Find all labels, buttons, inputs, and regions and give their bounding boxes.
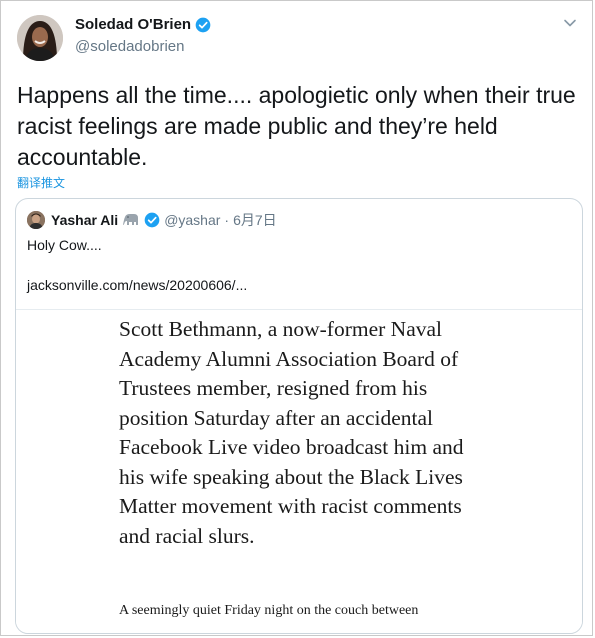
quoted-author-handle[interactable]: @yashar [164, 211, 220, 229]
chevron-down-icon[interactable] [562, 15, 578, 31]
verified-badge-icon [144, 212, 160, 228]
translate-tweet-link[interactable]: 翻译推文 [17, 174, 65, 191]
article-next-line: A seemingly quiet Friday night on the co… [119, 603, 419, 618]
author-name-row[interactable]: Soledad O'Brien [75, 16, 211, 33]
author-avatar[interactable] [17, 15, 63, 61]
tweet-text: Happens all the time.... apologietic onl… [17, 82, 576, 170]
quoted-tweet-link[interactable]: jacksonville.com/news/20200606/... [27, 277, 247, 293]
quoted-tweet-header: Yashar Ali @yashar · 6月7日 [51, 211, 277, 229]
quoted-author-avatar[interactable] [27, 211, 45, 229]
quoted-tweet-date[interactable]: 6月7日 [233, 211, 277, 229]
quoted-tweet-card[interactable]: Yashar Ali @yashar · 6月7日 Holy Cow.... j… [15, 198, 583, 634]
quoted-author-name[interactable]: Yashar Ali [51, 211, 118, 229]
author-handle[interactable]: @soledadobrien [75, 38, 184, 55]
quoted-tweet-text: Holy Cow.... [27, 237, 102, 253]
article-screenshot-image[interactable]: Scott Bethmann, a now-former Naval Acade… [16, 309, 582, 633]
article-lead-paragraph: Scott Bethmann, a now-former Naval Acade… [119, 317, 464, 548]
verified-badge-icon [195, 17, 211, 32]
header-separator: · [224, 212, 230, 228]
author-name[interactable]: Soledad O'Brien [75, 16, 191, 33]
tweet-container: Soledad O'Brien @soledadobrien Happens a… [0, 0, 593, 636]
elephant-icon [123, 214, 139, 225]
